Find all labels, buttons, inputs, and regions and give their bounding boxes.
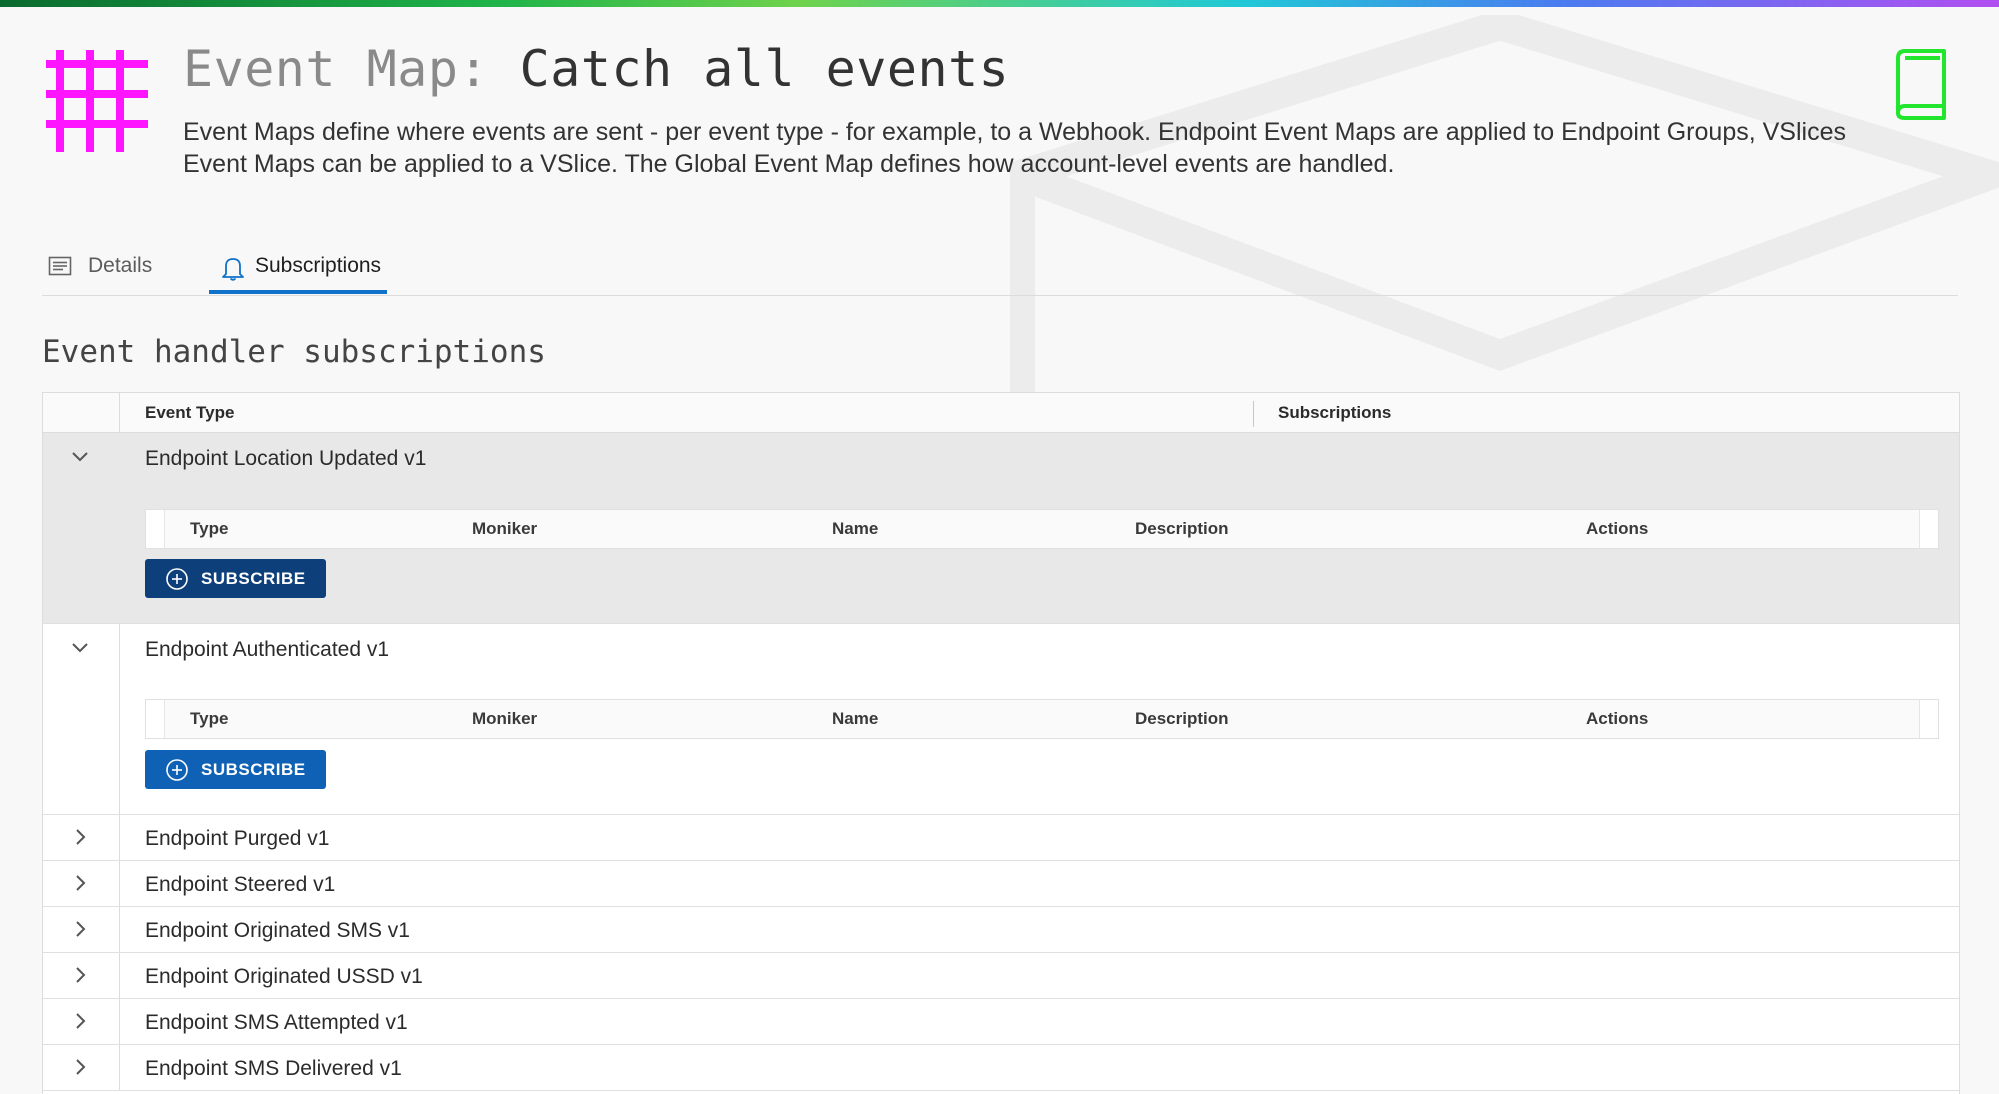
- column-subscriptions[interactable]: Subscriptions: [1278, 403, 1391, 423]
- event-type-name: Endpoint Location Updated v1: [145, 447, 427, 470]
- grid-row[interactable]: Endpoint Originated SMS v1: [43, 907, 1959, 953]
- tab-subscriptions-label: Subscriptions: [255, 254, 382, 277]
- sub-column-type: Type: [190, 709, 229, 728]
- sub-column-type: Type: [190, 519, 229, 538]
- chevron-right-icon[interactable]: [68, 825, 92, 849]
- event-type-name: Endpoint Steered v1: [145, 873, 336, 896]
- tab-subscriptions[interactable]: Subscriptions: [209, 240, 388, 294]
- chevron-right-icon[interactable]: [68, 1055, 92, 1079]
- event-type-name: Endpoint SMS Attempted v1: [145, 1011, 408, 1034]
- chevron-down-icon[interactable]: [68, 445, 92, 469]
- chevron-right-icon[interactable]: [68, 1009, 92, 1033]
- plus-circle-icon: [166, 567, 188, 590]
- chevron-right-icon[interactable]: [68, 963, 92, 987]
- tab-details[interactable]: Details: [48, 240, 152, 292]
- chevron-right-icon[interactable]: [68, 917, 92, 941]
- sub-column-name: Name: [832, 709, 879, 728]
- event-type-name: Endpoint Originated USSD v1: [145, 965, 423, 988]
- page-title: Event Map: Catch all events: [183, 40, 1009, 98]
- grid-icon: [46, 50, 148, 152]
- column-divider: [119, 393, 120, 432]
- sub-column-description: Description: [1135, 709, 1229, 728]
- grid-row[interactable]: Endpoint Steered v1: [43, 861, 1959, 907]
- subscribe-button-label: SUBSCRIBE: [201, 759, 306, 779]
- chevron-right-icon[interactable]: [68, 871, 92, 895]
- sub-table-header: Type Moniker Name Description Actions: [145, 699, 1939, 739]
- tab-bar: Details Subscriptions: [42, 240, 1958, 296]
- plus-circle-icon: [166, 758, 188, 781]
- grid-header: Event Type Subscriptions: [43, 393, 1959, 433]
- sub-column-actions: Actions: [1586, 709, 1649, 728]
- grid-row[interactable]: Endpoint SMS Attempted v1: [43, 999, 1959, 1045]
- subscribe-button-label: SUBSCRIBE: [201, 568, 306, 588]
- sub-column-moniker: Moniker: [472, 709, 538, 728]
- bell-icon: [222, 258, 244, 281]
- list-icon: [48, 256, 72, 276]
- page-title-prefix: Event Map:: [183, 40, 490, 98]
- page-description: Event Maps define where events are sent …: [183, 118, 1846, 178]
- section-title: Event handler subscriptions: [42, 334, 546, 370]
- event-type-name: Endpoint Originated SMS v1: [145, 919, 410, 942]
- sub-column-description: Description: [1135, 519, 1229, 538]
- tab-details-label: Details: [88, 254, 153, 277]
- subscribe-button[interactable]: SUBSCRIBE: [145, 750, 326, 789]
- event-type-name: Endpoint SMS Delivered v1: [145, 1057, 402, 1080]
- grid-row[interactable]: Endpoint Originated USSD v1: [43, 953, 1959, 999]
- sub-column-name: Name: [832, 519, 879, 538]
- sub-table-header: Type Moniker Name Description Actions: [145, 509, 1939, 549]
- chevron-down-icon[interactable]: [68, 636, 92, 660]
- event-type-name: Endpoint Purged v1: [145, 827, 330, 850]
- column-resize-handle[interactable]: [1253, 401, 1254, 427]
- top-gradient-bar: [0, 0, 1999, 7]
- page-title-name: Catch all events: [519, 40, 1010, 98]
- grid-row[interactable]: Endpoint Authenticated v1 Type Moniker N…: [43, 624, 1959, 815]
- book-icon[interactable]: [1890, 48, 1948, 120]
- subscribe-button[interactable]: SUBSCRIBE: [145, 559, 326, 598]
- grid-row[interactable]: Endpoint Purged v1: [43, 815, 1959, 861]
- grid-row[interactable]: Endpoint Location Updated v1 Type Monike…: [43, 433, 1959, 624]
- sub-column-moniker: Moniker: [472, 519, 538, 538]
- subscriptions-grid: Event Type Subscriptions Endpoint Locati…: [42, 392, 1960, 1094]
- sub-column-actions: Actions: [1586, 519, 1649, 538]
- column-event-type[interactable]: Event Type: [145, 403, 234, 423]
- event-type-name: Endpoint Authenticated v1: [145, 638, 390, 661]
- background-watermark: [1010, 15, 1999, 455]
- grid-row[interactable]: Endpoint SMS Delivered v1: [43, 1045, 1959, 1091]
